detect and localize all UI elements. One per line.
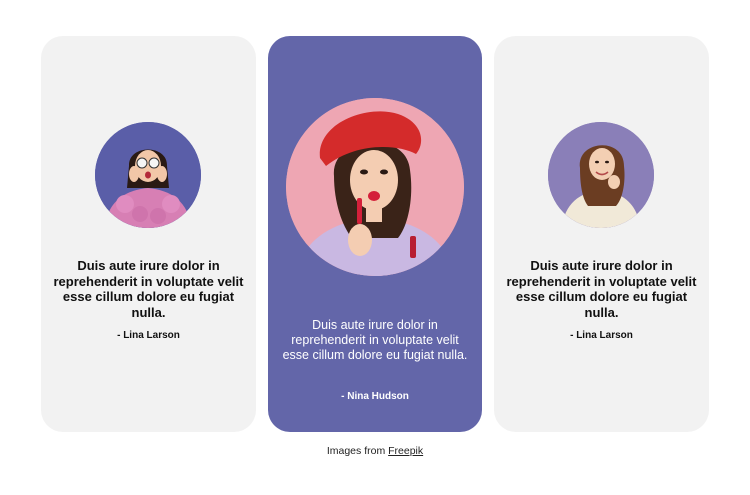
testimonial-author: - Lina Larson xyxy=(570,330,633,341)
testimonial-card-2: Duis aute irure dolor in reprehenderit i… xyxy=(268,36,482,432)
testimonial-quote: Duis aute irure dolor in reprehenderit i… xyxy=(506,258,697,320)
testimonial-author: - Lina Larson xyxy=(117,330,180,341)
avatar xyxy=(95,122,201,228)
image-credit: Images from Freepik xyxy=(0,445,750,457)
avatar xyxy=(286,98,464,276)
avatar xyxy=(548,122,654,228)
testimonial-card-3: Duis aute irure dolor in reprehenderit i… xyxy=(494,36,709,432)
woman-sunglasses-portrait xyxy=(95,122,201,228)
woman-lipstick-portrait xyxy=(286,98,464,276)
testimonial-card-1: Duis aute irure dolor in reprehenderit i… xyxy=(41,36,256,432)
woman-sweater-portrait xyxy=(548,122,654,228)
image-credit-prefix: Images from xyxy=(326,445,386,457)
testimonial-quote: Duis aute irure dolor in reprehenderit i… xyxy=(282,318,468,362)
testimonial-author: - Nina Hudson xyxy=(341,391,409,402)
freepik-link[interactable]: Freepik xyxy=(388,445,423,457)
testimonial-quote: Duis aute irure dolor in reprehenderit i… xyxy=(53,258,244,320)
